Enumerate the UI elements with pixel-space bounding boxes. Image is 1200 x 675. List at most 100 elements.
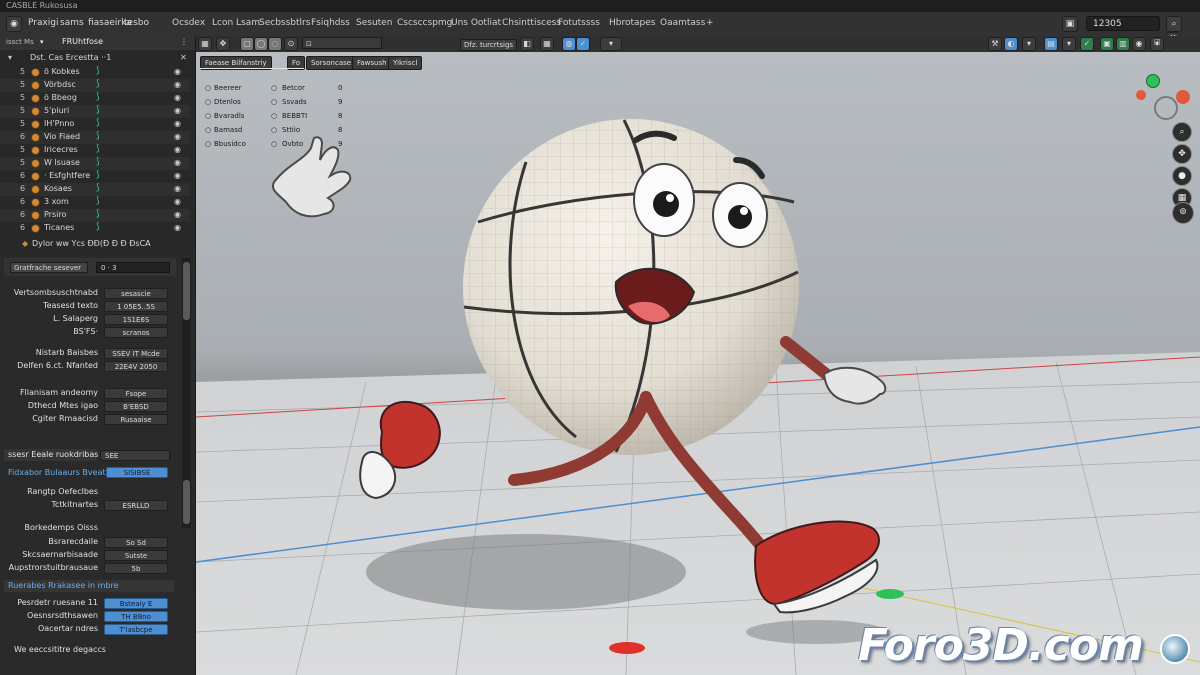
outliner-row[interactable]: 6 3 xom ⟆ ◉ <box>0 196 190 209</box>
visibility-icon[interactable]: ◉ <box>174 106 181 115</box>
outliner-row[interactable]: 6 Vio Fiaed ⟆ ◉ <box>0 131 190 144</box>
property-field[interactable]: So Sd <box>104 537 168 548</box>
dropdown-icon[interactable]: ▾ <box>600 37 622 51</box>
visibility-icon[interactable]: ◉ <box>174 158 181 167</box>
property-field[interactable]: 5b <box>104 563 168 574</box>
menu-item-edit[interactable]: sams <box>60 18 84 28</box>
workspace-tab-texture[interactable]: Sesuten <box>356 18 392 28</box>
xray-icon[interactable]: ▤ <box>1044 37 1058 51</box>
modifier-icon[interactable]: ⟆ <box>96 105 100 115</box>
move-icon[interactable]: ✥ <box>216 37 230 51</box>
outliner-row[interactable]: 6 · Esfghtfere ⟆ ◉ <box>0 170 190 183</box>
select-circle-icon[interactable]: ◯ <box>254 37 268 51</box>
property-field[interactable]: Rusaaise <box>104 414 168 425</box>
add-workspace-icon[interactable]: + <box>706 18 714 28</box>
expand-icon[interactable]: ▾ <box>8 53 12 62</box>
rotate-icon[interactable]: ⊚ <box>1172 202 1194 224</box>
search-icon[interactable]: ⌕ <box>1166 16 1182 32</box>
modifier-icon[interactable]: ⟆ <box>96 66 100 76</box>
properties-scroll-thumb-lower[interactable] <box>183 480 190 524</box>
visibility-icon[interactable]: ◉ <box>174 119 181 128</box>
visibility-icon[interactable]: ◉ <box>174 197 181 206</box>
visibility-icon[interactable]: ◉ <box>174 80 181 89</box>
gizmo-z-icon[interactable] <box>1146 74 1160 88</box>
section-header[interactable]: Ruerabes Rrakasee in mbre <box>4 580 174 592</box>
shading-icon[interactable]: ▣ <box>1100 37 1114 51</box>
outliner-row[interactable]: 6 Prsiro ⟆ ◉ <box>0 209 190 222</box>
outliner-toggle-icon[interactable]: ▾ <box>40 38 44 46</box>
properties-search-label[interactable]: Gratfrache sesever <box>10 262 88 273</box>
viewport-tab-2[interactable]: Sorsoncase <box>306 56 357 70</box>
modifier-icon[interactable]: ⟆ <box>96 170 100 180</box>
workspace-tab-modeling[interactable]: Lcon Lsam <box>212 18 260 28</box>
visibility-icon[interactable]: ◉ <box>174 93 181 102</box>
outliner-row[interactable]: 5 W lsuase ⟆ ◉ <box>0 157 190 170</box>
viewport-tab-3[interactable]: Fawsush <box>352 56 392 70</box>
visibility-icon[interactable]: ◉ <box>174 223 181 232</box>
wrench-icon[interactable]: ⚒ <box>988 37 1002 51</box>
modifier-icon[interactable]: ⟆ <box>96 157 100 167</box>
grid-icon[interactable]: ▦ <box>540 37 554 51</box>
select-lasso-icon[interactable]: ◌ <box>268 37 282 51</box>
app-logo-icon[interactable]: ◉ <box>6 16 22 32</box>
outliner-row[interactable]: 5 IH'Pnno ⟆ ◉ <box>0 118 190 131</box>
property-field[interactable]: 22E4V 2050 <box>104 361 168 372</box>
outliner-row[interactable]: 6 Ticanes ⟆ ◉ <box>0 222 190 235</box>
property-field[interactable]: TH B8no <box>104 611 168 622</box>
camera-icon[interactable]: ● <box>1172 166 1192 186</box>
view-icon[interactable]: ◧ <box>520 37 534 51</box>
property-field[interactable]: sesascie <box>104 288 168 299</box>
workspace-tab-geometry[interactable]: Hbrotapes <box>609 18 655 28</box>
dropdown-icon[interactable]: ▾ <box>1062 37 1076 51</box>
pan-icon[interactable]: ✥ <box>1172 144 1192 164</box>
workspace-tab-layout[interactable]: Ocsdex <box>172 18 205 28</box>
check-icon[interactable]: ✓ <box>576 37 590 51</box>
property-field[interactable]: Fsope <box>104 388 168 399</box>
modifier-icon[interactable]: ⟆ <box>96 196 100 206</box>
frame-field[interactable]: 12305 <box>1086 16 1160 31</box>
modifier-icon[interactable]: ⟆ <box>96 92 100 102</box>
outliner-options-icon[interactable]: ⋮ <box>180 37 188 46</box>
property-field[interactable]: T'lasbcpe <box>104 624 168 635</box>
gizmo-x-pos-icon[interactable] <box>1176 90 1190 104</box>
workspace-tab-sculpting[interactable]: Secbssbtlrs <box>259 18 310 28</box>
outliner-row[interactable]: 5 Vörbdsc ⟆ ◉ <box>0 79 190 92</box>
overlay-icon[interactable]: ▾ <box>1022 37 1036 51</box>
gizmo-x-icon[interactable] <box>1136 90 1146 100</box>
visibility-icon[interactable]: ◉ <box>174 184 181 193</box>
property-field[interactable]: B'EBSD <box>104 401 168 412</box>
menu-item-file[interactable]: Praxigi <box>28 18 59 28</box>
outliner-row[interactable]: 5 ö Kobkes ⟆ ◉ <box>0 66 190 79</box>
outliner-root-row[interactable]: ▾ Dst. Cas Ercestta ··1 ✕ <box>0 52 190 65</box>
modifier-icon[interactable]: ⟆ <box>96 183 100 193</box>
shading-render-icon[interactable]: ◉ <box>1132 37 1146 51</box>
visibility-icon[interactable]: ◉ <box>174 132 181 141</box>
outliner-row[interactable]: 5 ö Bbeog ⟆ ◉ <box>0 92 190 105</box>
select-box-icon[interactable]: ▢ <box>240 37 254 51</box>
property-field[interactable]: 1S1E6S <box>104 314 168 325</box>
property-field[interactable]: scranos <box>104 327 168 338</box>
section-input[interactable]: SEE <box>100 450 170 461</box>
workspace-tab-animation[interactable]: Uns Ootliat <box>451 18 501 28</box>
modifier-icon[interactable]: ⟆ <box>96 222 100 232</box>
workspace-tab-rendering[interactable]: Chsinttiscess <box>502 18 561 28</box>
outliner-row[interactable]: 5 Iricecres ⟆ ◉ <box>0 144 190 157</box>
visibility-icon[interactable]: ◉ <box>174 210 181 219</box>
modifier-icon[interactable]: ⟆ <box>96 79 100 89</box>
workspace-tab-compositing[interactable]: Fotutssss <box>558 18 600 28</box>
visibility-icon[interactable]: ◉ <box>174 145 181 154</box>
close-icon[interactable]: ✕ <box>180 53 187 62</box>
shading-material-icon[interactable]: ▥ <box>1116 37 1130 51</box>
scene-icon[interactable]: ▣ <box>1062 16 1078 32</box>
property-field[interactable]: 1 05E5..5S <box>104 301 168 312</box>
viewport-mode-label[interactable]: Dfz. turcrtsigs <box>460 39 518 51</box>
highlight-field[interactable]: SISIBSE <box>106 467 168 478</box>
cursor-icon[interactable]: ⊙ <box>284 37 298 51</box>
workspace-tab-uv[interactable]: Fsiqhdss <box>311 18 350 28</box>
visibility-icon[interactable]: ◉ <box>174 171 181 180</box>
modifier-icon[interactable]: ⟆ <box>96 118 100 128</box>
menu-item-window[interactable]: tesbo <box>124 18 149 28</box>
gizmo-icon[interactable]: ✓ <box>1080 37 1094 51</box>
modifier-icon[interactable]: ⟆ <box>96 144 100 154</box>
3d-viewport[interactable]: ⌕ ✥ ● ▦ ⊚ <box>196 52 1200 675</box>
